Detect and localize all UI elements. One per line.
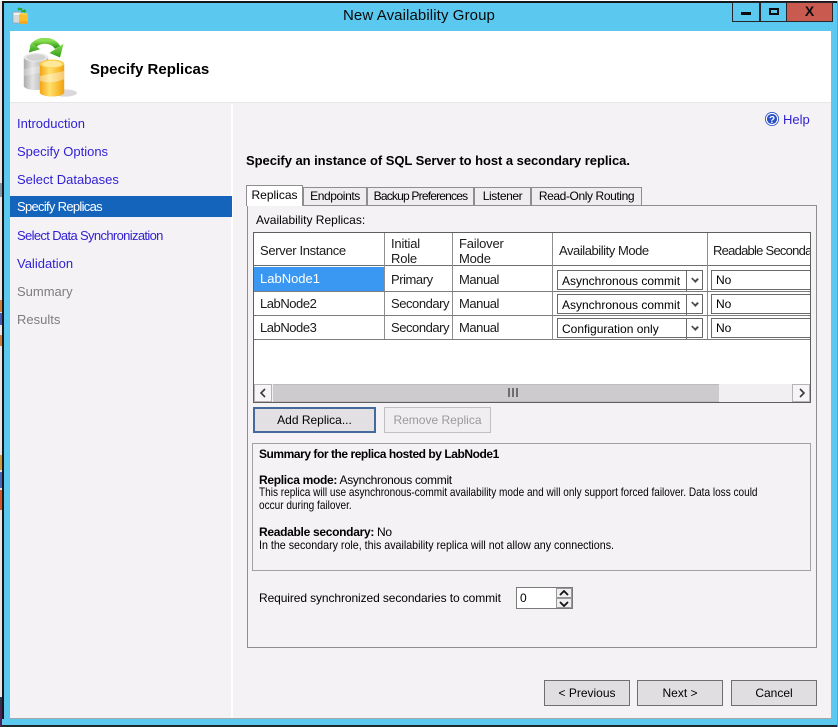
svg-text:?: ? <box>769 115 775 126</box>
